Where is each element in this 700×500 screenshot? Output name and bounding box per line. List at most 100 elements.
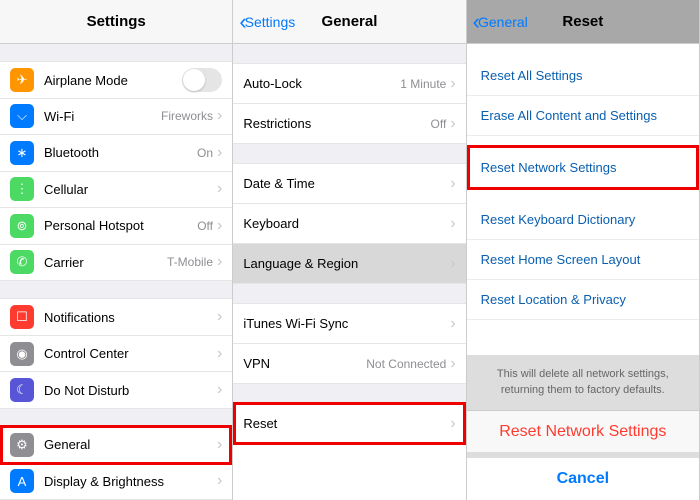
back-button[interactable]: ‹General — [473, 11, 528, 33]
section-gap — [233, 384, 465, 404]
chevron-right-icon: › — [217, 472, 222, 490]
row-label: Restrictions — [243, 116, 430, 131]
row-icon: ✈ — [10, 68, 34, 92]
chevron-right-icon: › — [217, 217, 222, 235]
settings-row[interactable]: ◉ Control Center› — [0, 336, 232, 372]
section-gap — [233, 44, 465, 64]
row-label: Reset — [243, 416, 450, 431]
chevron-right-icon: › — [217, 381, 222, 399]
row-label: VPN — [243, 356, 366, 371]
action-sheet: This will delete all network settings, r… — [467, 355, 699, 500]
row-label: Cellular — [44, 182, 217, 197]
section-gap — [233, 284, 465, 304]
row-icon: ⋮ — [10, 177, 34, 201]
row-label: Date & Time — [243, 176, 450, 191]
chevron-right-icon: › — [450, 255, 455, 273]
settings-row[interactable]: Keyboard› — [233, 204, 465, 244]
chevron-right-icon: › — [450, 315, 455, 333]
row-icon: ◉ — [10, 342, 34, 366]
row-value: Off — [431, 117, 447, 131]
section-gap — [0, 44, 232, 62]
row-value: Off — [197, 219, 213, 233]
chevron-right-icon: › — [217, 144, 222, 162]
settings-row[interactable]: A Display & Brightness› — [0, 464, 232, 500]
row-label: Wi-Fi — [44, 109, 161, 124]
toggle-switch[interactable] — [182, 68, 222, 92]
reset-option[interactable]: Reset All Settings — [467, 56, 699, 96]
row-value: T-Mobile — [167, 255, 213, 269]
settings-row[interactable]: RestrictionsOff› — [233, 104, 465, 144]
chevron-right-icon: › — [450, 355, 455, 373]
chevron-right-icon: › — [217, 180, 222, 198]
reset-option[interactable]: Reset Keyboard Dictionary — [467, 200, 699, 240]
row-label: Carrier — [44, 255, 167, 270]
row-label: Notifications — [44, 310, 217, 325]
reset-option[interactable]: Reset Network Settings — [467, 148, 699, 188]
settings-row[interactable]: Reset› — [233, 404, 465, 444]
settings-row[interactable]: ⌵ Wi-FiFireworks › — [0, 99, 232, 135]
row-label: Display & Brightness — [44, 474, 217, 489]
sheet-message: This will delete all network settings, r… — [467, 355, 699, 410]
row-icon: A — [10, 469, 34, 493]
row-value: Not Connected — [366, 357, 446, 371]
chevron-right-icon: › — [217, 345, 222, 363]
row-label: iTunes Wi-Fi Sync — [243, 316, 450, 331]
header-general: ‹Settings General — [233, 0, 465, 44]
row-label: Auto-Lock — [243, 76, 400, 91]
row-label: Personal Hotspot — [44, 218, 197, 233]
highlight-box — [467, 145, 699, 190]
sheet-cancel-button[interactable]: Cancel — [467, 458, 699, 500]
title: Reset — [562, 13, 603, 30]
title: Settings — [87, 13, 146, 30]
back-button[interactable]: ‹Settings — [239, 11, 295, 33]
settings-row[interactable]: ☐ Notifications› — [0, 299, 232, 335]
settings-row[interactable]: Auto-Lock1 Minute › — [233, 64, 465, 104]
sheet-confirm-button[interactable]: Reset Network Settings — [467, 410, 699, 452]
settings-row[interactable]: iTunes Wi-Fi Sync› — [233, 304, 465, 344]
settings-row[interactable]: ✆ CarrierT-Mobile › — [0, 245, 232, 281]
settings-row[interactable]: ✈ Airplane Mode — [0, 62, 232, 98]
row-value: On — [197, 146, 213, 160]
settings-row[interactable]: ⊚ Personal HotspotOff › — [0, 208, 232, 244]
chevron-right-icon: › — [217, 253, 222, 271]
chevron-right-icon: › — [450, 175, 455, 193]
settings-row[interactable]: ∗ BluetoothOn › — [0, 135, 232, 171]
row-icon: ⊚ — [10, 214, 34, 238]
settings-row[interactable]: ☾Do Not Disturb› — [0, 372, 232, 408]
settings-row[interactable]: ⋮ Cellular› — [0, 172, 232, 208]
row-label: Bluetooth — [44, 145, 197, 160]
row-value: 1 Minute — [400, 77, 446, 91]
header-settings: Settings — [0, 0, 232, 44]
row-icon: ⚙ — [10, 433, 34, 457]
row-icon: ☐ — [10, 305, 34, 329]
section-gap — [233, 144, 465, 164]
settings-row[interactable]: Language & Region› — [233, 244, 465, 284]
chevron-right-icon: › — [217, 436, 222, 454]
row-value: Fireworks — [161, 109, 213, 123]
reset-option[interactable]: Reset Location & Privacy — [467, 280, 699, 320]
chevron-right-icon: › — [450, 75, 455, 93]
chevron-right-icon: › — [217, 308, 222, 326]
section-gap — [0, 281, 232, 299]
row-label: Control Center — [44, 346, 217, 361]
row-icon: ✆ — [10, 250, 34, 274]
title: General — [322, 13, 378, 30]
settings-row[interactable]: Date & Time› — [233, 164, 465, 204]
row-label: Airplane Mode — [44, 73, 182, 88]
row-label: General — [44, 437, 217, 452]
settings-row[interactable]: ⚙ General› — [0, 427, 232, 463]
reset-option[interactable]: Reset Home Screen Layout — [467, 240, 699, 280]
chevron-right-icon: › — [450, 115, 455, 133]
chevron-right-icon: › — [450, 215, 455, 233]
section-gap — [0, 409, 232, 427]
chevron-right-icon: › — [217, 107, 222, 125]
reset-option[interactable]: Erase All Content and Settings — [467, 96, 699, 136]
row-label: Keyboard — [243, 216, 450, 231]
row-icon: ∗ — [10, 141, 34, 165]
header-reset: ‹General Reset — [467, 0, 699, 44]
chevron-right-icon: › — [450, 415, 455, 433]
settings-row[interactable]: VPNNot Connected › — [233, 344, 465, 384]
row-label: Language & Region — [243, 256, 450, 271]
row-icon: ⌵ — [10, 104, 34, 128]
row-label: Do Not Disturb — [44, 383, 217, 398]
